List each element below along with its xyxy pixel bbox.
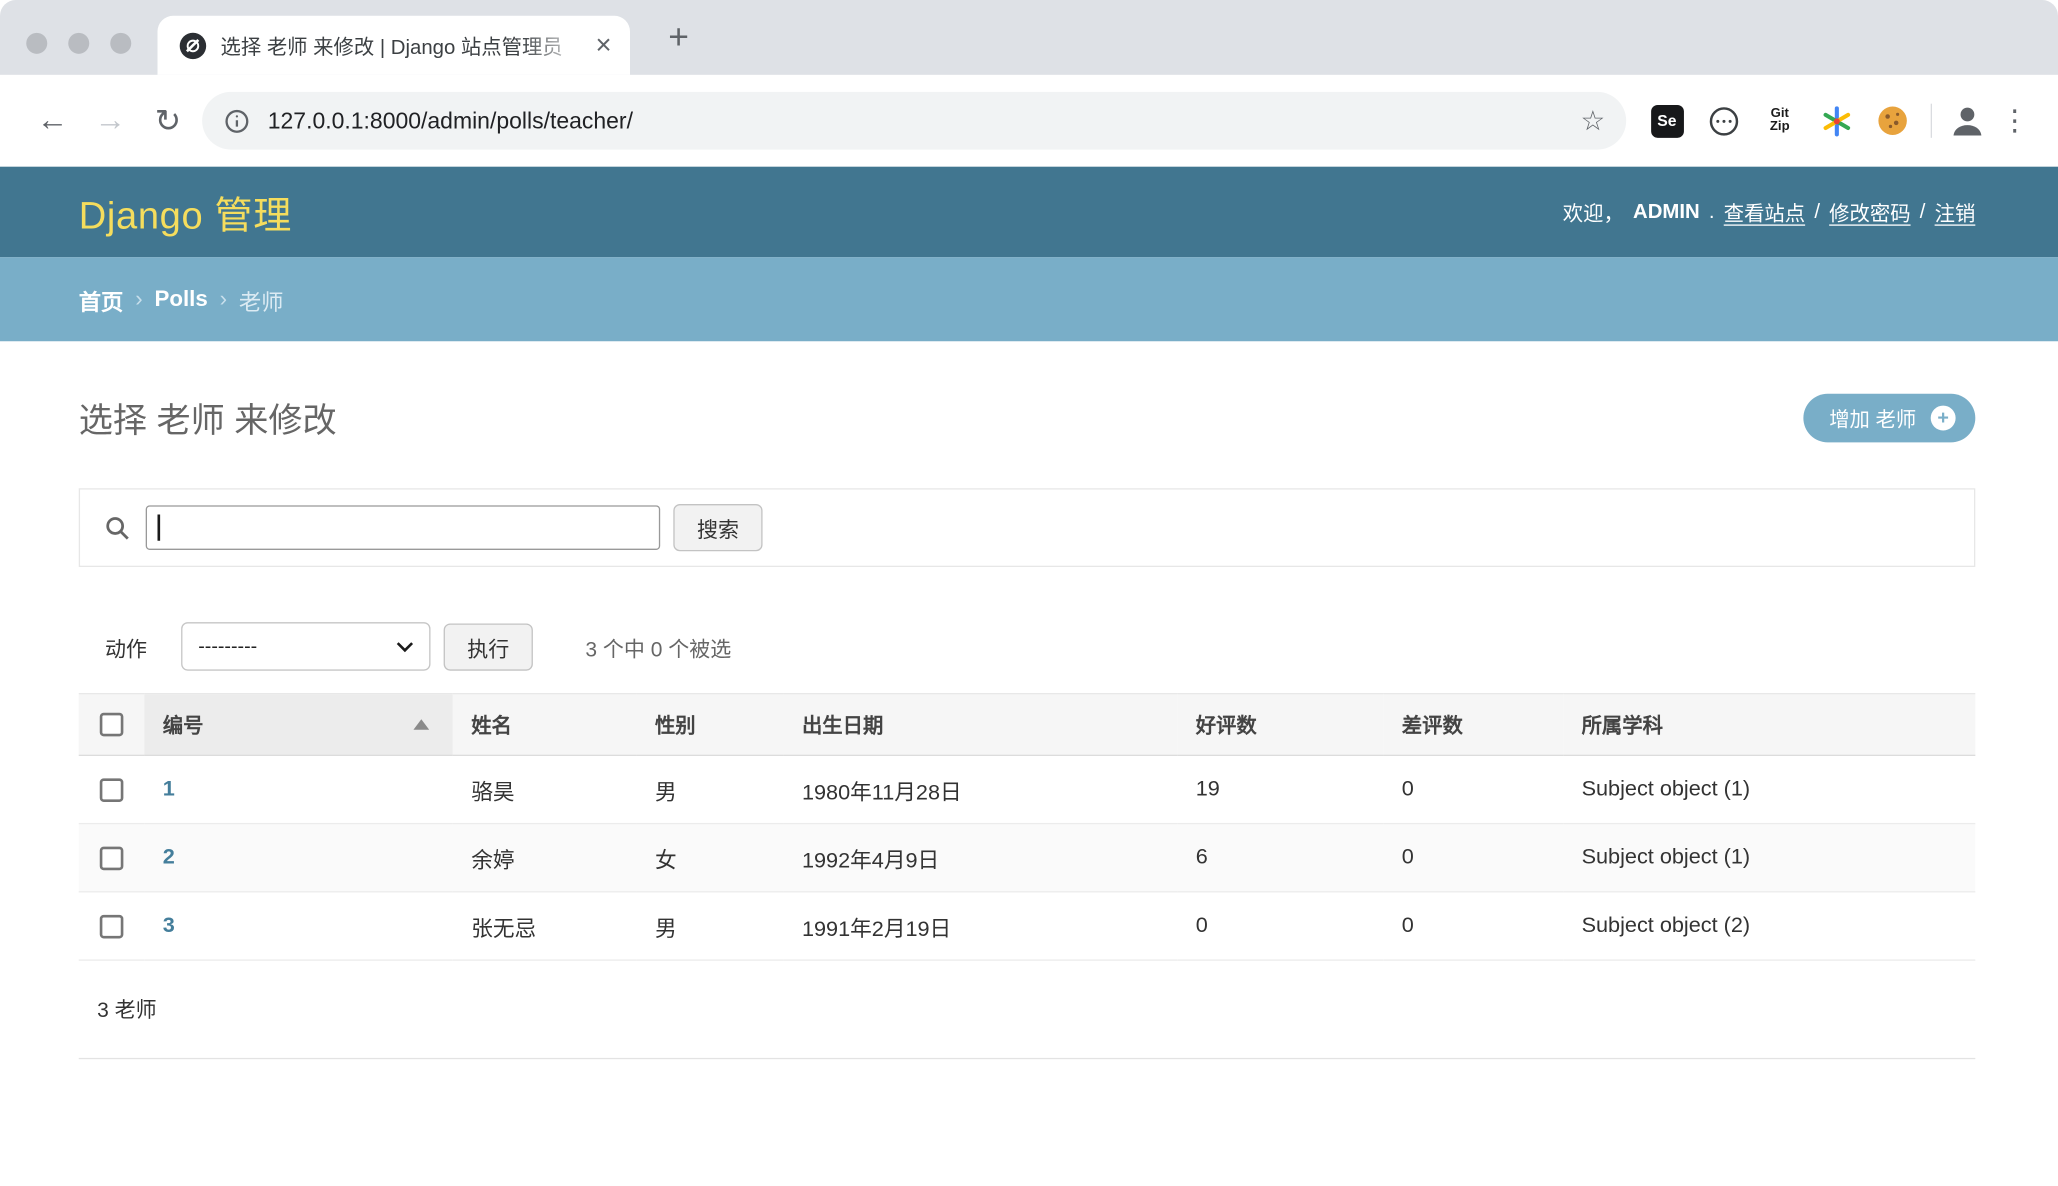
selection-note: 3 个中 0 个被选 [585,631,731,663]
user-tools: 欢迎， ADMIN. 查看站点 / 修改密码 / 注销 [1563,198,1976,227]
row-checkbox[interactable] [100,778,124,802]
address-bar[interactable]: 127.0.0.1:8000/admin/polls/teacher/ ☆ [202,92,1626,150]
row-id-link[interactable]: 3 [163,914,175,938]
link-separator: / [1814,200,1820,224]
column-header-name: 姓名 [453,694,637,756]
link-separator: / [1920,200,1926,224]
cell-birthdate: 1991年2月19日 [784,892,1178,960]
select-all-checkbox[interactable] [100,713,124,737]
plus-icon: + [1931,406,1956,431]
zoom-window-button[interactable] [110,33,131,54]
cell-good-votes: 6 [1177,824,1383,892]
welcome-text: 欢迎， [1563,198,1624,227]
column-header-good-votes: 好评数 [1177,694,1383,756]
changelist-content: 选择 老师 来修改 增加 老师 + 搜索 动作 --------- [0,394,2058,1059]
username: ADMIN [1633,200,1700,224]
site-brand[interactable]: Django 管理 [79,184,292,239]
cell-good-votes: 0 [1177,892,1383,960]
cell-name: 张无忌 [453,892,637,960]
tab-strip: 选择 老师 来修改 | Django 站点管理员 × + [0,0,2058,75]
tab-title: 选择 老师 来修改 | Django 站点管理员 [221,31,588,60]
selenium-extension-icon[interactable]: Se [1645,98,1690,143]
tab-close-icon[interactable]: × [596,32,612,60]
text-caret [158,515,161,541]
search-panel: 搜索 [79,488,1976,567]
search-icon [104,514,132,542]
row-checkbox[interactable] [100,846,124,870]
table-row: 2 余婷 女 1992年4月9日 6 0 Subject object (1) [79,824,1976,892]
window-controls [26,33,131,54]
row-id-link[interactable]: 2 [163,845,175,869]
cell-good-votes: 19 [1177,755,1383,823]
cell-birthdate: 1980年11月28日 [784,755,1178,823]
cell-bad-votes: 0 [1383,755,1563,823]
cell-name: 余婷 [453,824,637,892]
column-header-bad-votes: 差评数 [1383,694,1563,756]
cell-name: 骆昊 [453,755,637,823]
dots-circle-extension-icon[interactable] [1701,98,1746,143]
search-input[interactable] [146,505,661,550]
column-header-id[interactable]: 编号 [144,694,452,756]
bookmark-star-icon[interactable]: ☆ [1580,104,1605,137]
minimize-window-button[interactable] [68,33,89,54]
cell-gender: 男 [637,755,784,823]
add-teacher-button[interactable]: 增加 老师 + [1803,394,1975,443]
breadcrumb-separator: › [220,286,227,312]
breadcrumb-polls-link[interactable]: Polls [154,286,207,312]
cell-birthdate: 1992年4月9日 [784,824,1178,892]
breadcrumb-separator: › [135,286,142,312]
site-info-icon[interactable] [223,107,251,135]
profile-avatar-icon[interactable] [1948,101,1987,140]
cell-bad-votes: 0 [1383,892,1563,960]
sort-ascending-icon[interactable] [413,719,429,730]
extension-bar: Se Git Zip [1645,98,1915,143]
actions-row: 动作 --------- 执行 3 个中 0 个被选 [79,622,1976,671]
close-window-button[interactable] [26,33,47,54]
cookie-extension-icon[interactable] [1870,98,1915,143]
column-header-subject: 所属学科 [1563,694,1975,756]
column-header-birthdate: 出生日期 [784,694,1178,756]
view-site-link[interactable]: 查看站点 [1724,198,1805,227]
cell-gender: 男 [637,892,784,960]
browser-tab[interactable]: 选择 老师 来修改 | Django 站点管理员 × [158,16,631,75]
url-text: 127.0.0.1:8000/admin/polls/teacher/ [268,107,1570,135]
row-checkbox[interactable] [100,914,124,938]
cell-subject: Subject object (1) [1563,755,1975,823]
cell-bad-votes: 0 [1383,824,1563,892]
breadcrumb: 首页 › Polls › 老师 [0,257,2058,341]
logout-link[interactable]: 注销 [1935,198,1976,227]
admin-header: Django 管理 欢迎， ADMIN. 查看站点 / 修改密码 / 注销 [0,167,2058,258]
chevron-down-icon [396,641,413,652]
breadcrumb-home-link[interactable]: 首页 [79,283,124,316]
cell-gender: 女 [637,824,784,892]
actions-label: 动作 [105,631,147,663]
gitzip-extension-icon[interactable]: Git Zip [1757,98,1802,143]
new-tab-button[interactable]: + [659,17,698,58]
breadcrumb-current: 老师 [239,283,284,316]
search-button[interactable]: 搜索 [673,504,762,551]
column-header-gender: 性别 [637,694,784,756]
change-password-link[interactable]: 修改密码 [1829,198,1910,227]
browser-toolbar: ← → ↻ 127.0.0.1:8000/admin/polls/teacher… [0,75,2058,167]
browser-window: 选择 老师 来修改 | Django 站点管理员 × + ← → ↻ 127.0… [0,0,2058,1186]
action-select[interactable]: --------- [181,622,430,671]
cell-subject: Subject object (2) [1563,892,1975,960]
cell-subject: Subject object (1) [1563,824,1975,892]
table-row: 3 张无忌 男 1991年2月19日 0 0 Subject object (2… [79,892,1976,960]
browser-menu-icon[interactable]: ⋮ [1995,104,2034,138]
forward-icon[interactable]: → [81,102,139,139]
tab-favicon [179,31,208,60]
result-table: 编号 姓名 性别 出生日期 好评数 差评数 所属学科 1 骆昊 [79,693,1976,961]
page-title: 选择 老师 来修改 [79,394,337,443]
table-row: 1 骆昊 男 1980年11月28日 19 0 Subject object (… [79,755,1976,823]
username-period: . [1709,200,1715,224]
reload-icon[interactable]: ↻ [139,102,197,140]
toolbar-separator [1931,104,1932,138]
row-id-link[interactable]: 1 [163,777,175,801]
go-button[interactable]: 执行 [444,623,533,670]
asterisk-extension-icon[interactable] [1814,98,1859,143]
table-header-row: 编号 姓名 性别 出生日期 好评数 差评数 所属学科 [79,694,1976,756]
back-icon[interactable]: ← [24,102,82,139]
result-count: 3 老师 [79,961,1976,1059]
